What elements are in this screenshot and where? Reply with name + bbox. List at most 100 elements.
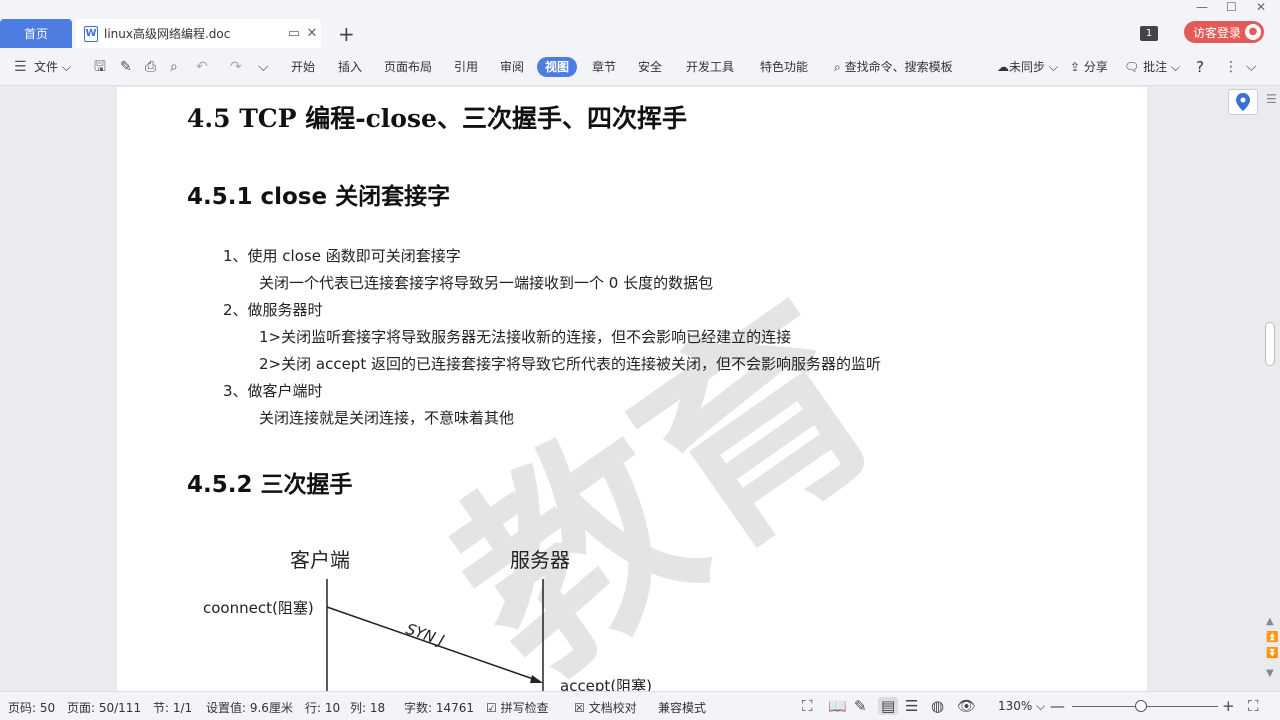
accept-label: accept(阻塞)	[560, 677, 652, 691]
server-label: 服务器	[510, 548, 570, 572]
connect-label: coonnect(阻塞)	[203, 599, 314, 617]
spell-check-button[interactable]: ☑ 拼写检查	[486, 699, 549, 716]
word-doc-icon: W	[84, 25, 98, 42]
sidebar-menu-icon[interactable]: ☰	[1266, 92, 1277, 106]
zoom-in-icon[interactable]: +	[1222, 697, 1235, 715]
menu-security[interactable]: 安全	[638, 57, 662, 77]
ribbon-toolbar: ☰ 文件 ⌵ 🖫 ✎ ⎙ ⌕ ↶ ↷ ⌵ 开始 插入 页面布局 引用 审阅 视图…	[0, 48, 1280, 86]
comment-button[interactable]: 🗨 批注 ⌵	[1124, 57, 1180, 77]
prev-page-icon[interactable]: ⏫	[1266, 632, 1278, 643]
menu-view[interactable]: 视图	[537, 57, 578, 77]
menu-insert[interactable]: 插入	[338, 57, 362, 77]
redo-icon[interactable]: ↷	[230, 57, 242, 77]
file-menu[interactable]: 文件 ⌵	[34, 57, 71, 77]
proofread-button[interactable]: ☒ 文档校对	[574, 699, 637, 716]
outline-view-icon[interactable]: ☰	[905, 697, 918, 715]
text-line: 1>关闭监听套接字将导致服务器无法接收新的连接，但不会影响已经建立的连接	[259, 328, 792, 346]
status-page-no[interactable]: 页码: 50	[8, 699, 55, 716]
cloud-icon: ☁	[997, 60, 1009, 74]
web-view-icon[interactable]: ◍	[931, 697, 944, 715]
file-menu-label: 文件	[34, 60, 59, 74]
text-line: 3、做客户端时	[223, 382, 323, 400]
close-tab-icon[interactable]: ✕	[303, 26, 321, 41]
text-line: 关闭一个代表已连接套接字将导致另一端接收到一个 0 长度的数据包	[259, 274, 714, 292]
title-bar: 首页 W linux高级网络编程.doc ▭ ✕ + 1 访客登录 ● — ☐ …	[0, 0, 1280, 48]
menu-review[interactable]: 审阅	[500, 57, 524, 77]
tab-home[interactable]: 首页	[0, 19, 72, 48]
menu-start[interactable]: 开始	[291, 57, 315, 77]
status-bar: 页码: 50 页面: 50/111 节: 1/1 设置值: 9.6厘米 行: 1…	[0, 691, 1280, 720]
tab-home-label: 首页	[23, 27, 48, 41]
comment-icon: 🗨	[1124, 60, 1140, 74]
menu-developer[interactable]: 开发工具	[686, 57, 734, 77]
zoom-out-icon[interactable]: —	[1050, 697, 1065, 715]
heading-4-5-2: 4.5.2 三次握手	[187, 472, 353, 498]
help-icon[interactable]: ?	[1196, 57, 1204, 77]
print-icon[interactable]: ⎙	[145, 57, 156, 77]
syn-label: SYN J	[404, 620, 447, 650]
status-section[interactable]: 节: 1/1	[153, 699, 192, 716]
document-viewport[interactable]: 教育 4.5 TCP 编程-close、三次握手、四次挥手 4.5.1 clos…	[0, 87, 1262, 691]
command-search-label: 查找命令、搜索模板	[844, 60, 953, 74]
save-icon[interactable]: 🖫	[94, 57, 106, 77]
location-pin-icon[interactable]	[1228, 89, 1258, 115]
scroll-down-icon[interactable]: ▼	[1266, 668, 1274, 679]
minimize-icon[interactable]: —	[1196, 0, 1208, 14]
close-window-icon[interactable]: ✕	[1256, 0, 1266, 14]
proofread-icon: ☒	[574, 701, 585, 715]
spell-check-label: 拼写检查	[500, 701, 549, 715]
status-row[interactable]: 行: 10	[305, 699, 340, 716]
text-line: 1、使用 close 函数即可关闭套接字	[223, 247, 461, 265]
status-setting[interactable]: 设置值: 9.6厘米	[206, 699, 293, 716]
document-page[interactable]: 教育 4.5 TCP 编程-close、三次握手、四次挥手 4.5.1 clos…	[117, 87, 1147, 691]
zoom-slider-knob[interactable]	[1134, 700, 1147, 712]
undo-icon[interactable]: ↶	[196, 57, 208, 77]
spell-check-icon: ☑	[486, 701, 497, 715]
print-preview-icon[interactable]: ⌕	[170, 57, 178, 77]
text-line: 2>关闭 accept 返回的已连接套接字将导致它所代表的连接被关闭，但不会影响…	[259, 355, 881, 373]
syn-arrowhead	[530, 675, 543, 683]
vertical-scrollbar-thumb[interactable]	[1265, 322, 1275, 366]
menu-chapter[interactable]: 章节	[592, 57, 616, 77]
next-page-icon[interactable]: ⏬	[1266, 648, 1278, 659]
proofread-label: 文档校对	[588, 701, 637, 715]
menu-page-layout[interactable]: 页面布局	[384, 57, 432, 77]
collapse-ribbon-icon[interactable]: ⌵	[1246, 57, 1257, 77]
window-count-badge[interactable]: 1	[1140, 26, 1158, 41]
more-dropdown-icon[interactable]: ⌵	[258, 57, 269, 77]
tab-document-label: linux高级网络编程.doc	[104, 27, 231, 41]
login-button[interactable]: 访客登录 ●	[1184, 21, 1264, 43]
menu-reference[interactable]: 引用	[454, 57, 478, 77]
fit-page-icon[interactable]: ⛶	[1248, 697, 1259, 715]
format-painter-icon[interactable]: ✎	[120, 57, 132, 77]
more-options-icon[interactable]: ⋮	[1224, 57, 1238, 77]
heading-4-5: 4.5 TCP 编程-close、三次握手、四次挥手	[187, 104, 687, 133]
restore-tab-icon[interactable]: ▭	[285, 26, 303, 41]
status-col[interactable]: 列: 18	[350, 699, 385, 716]
scroll-up-icon[interactable]: ▲	[1266, 616, 1274, 627]
reading-mode-icon[interactable]: 📖	[828, 697, 847, 715]
write-mode-icon[interactable]: ✎	[854, 697, 867, 715]
share-label: 分享	[1083, 60, 1108, 74]
user-avatar-icon: ●	[1245, 24, 1261, 40]
status-words[interactable]: 字数: 14761	[404, 699, 474, 716]
zoom-level-dropdown[interactable]: 130% ⌵	[998, 699, 1045, 714]
hamburger-icon[interactable]: ☰	[14, 57, 27, 77]
maximize-icon[interactable]: ☐	[1226, 0, 1237, 14]
eye-protect-icon[interactable]: 👁	[957, 697, 976, 715]
comment-label: 批注	[1143, 60, 1168, 74]
menu-special[interactable]: 特色功能	[760, 57, 808, 77]
plus-icon[interactable]: +	[338, 22, 355, 46]
sync-label: 未同步	[1009, 60, 1046, 74]
sync-button[interactable]: ☁未同步 ⌵	[997, 57, 1058, 77]
right-sidebar	[1262, 87, 1280, 691]
fullscreen-icon[interactable]: ⛶	[802, 697, 813, 715]
login-label: 访客登录	[1193, 25, 1242, 40]
status-pages[interactable]: 页面: 50/111	[67, 699, 141, 716]
share-icon: ⇪	[1070, 60, 1081, 74]
command-search[interactable]: ⌕ 查找命令、搜索模板	[834, 57, 953, 77]
share-button[interactable]: ⇪ 分享	[1070, 57, 1108, 77]
heading-4-5-1: 4.5.1 close 关闭套接字	[187, 184, 451, 210]
tab-document[interactable]: W linux高级网络编程.doc ▭ ✕	[76, 19, 321, 48]
page-view-icon[interactable]: ▤	[878, 697, 899, 715]
